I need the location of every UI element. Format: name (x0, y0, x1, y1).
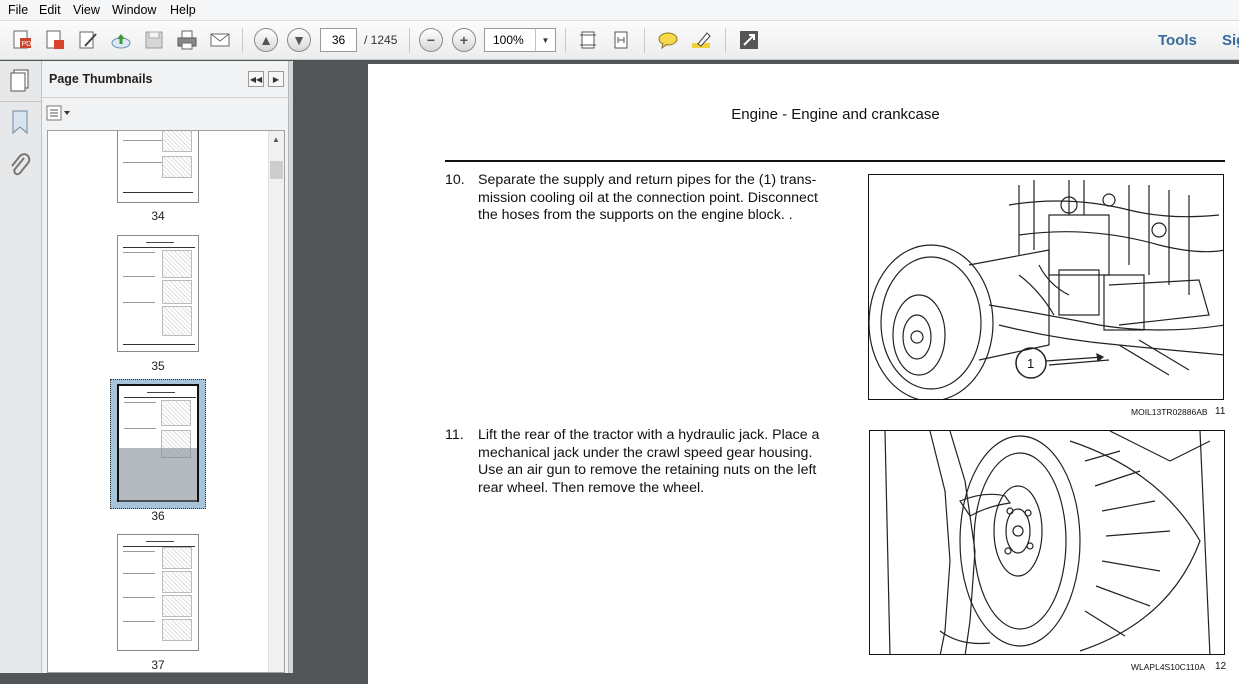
page-header: Engine - Engine and crankcase (731, 106, 940, 123)
bookmark-icon[interactable] (9, 109, 31, 138)
step-line: rear wheel. Then remove the wheel. (478, 479, 705, 496)
menu-window[interactable]: Window (112, 3, 156, 17)
save-icon[interactable] (141, 27, 167, 53)
menu-file[interactable]: File (8, 3, 28, 17)
figure-number: 11 (1215, 406, 1226, 417)
collapse-panel-icon[interactable]: ◀◀ (248, 71, 264, 87)
expand-panel-icon[interactable]: ▶ (268, 71, 284, 87)
step-line: mission cooling oil at the connection po… (478, 189, 818, 206)
panel-header: Page Thumbnails ◀◀ ▶ (42, 61, 289, 98)
scrollbar-thumb[interactable] (270, 161, 283, 179)
thumbnails-scrollbar[interactable]: ▲ (268, 131, 284, 672)
attachment-icon[interactable] (8, 152, 32, 181)
thumbnail-page-35[interactable] (117, 235, 199, 352)
thumbnail-page-36[interactable] (117, 384, 199, 502)
fit-width-icon[interactable] (608, 27, 634, 53)
thumbnail-label-35: 35 (151, 359, 165, 373)
step-line: Use an air gun to remove the retaining n… (478, 462, 817, 479)
step-line: Separate the supply and return pipes for… (478, 172, 817, 188)
figure-code: WLAPL4S10C110A (1131, 662, 1206, 672)
svg-text:PDF: PDF (22, 41, 34, 48)
navigation-rail (0, 61, 42, 673)
figure-number: 12 (1215, 661, 1227, 672)
edit-icon[interactable] (75, 27, 101, 53)
comment-icon[interactable] (655, 27, 681, 53)
step-text: Lift the rear of the tractor with a hydr… (478, 427, 843, 497)
menu-help[interactable]: Help (170, 3, 196, 17)
figure-code: MOIL13TR02886AB (1131, 407, 1208, 417)
page-number-input[interactable]: 36 (320, 28, 357, 52)
document-viewer: Engine - Engine and crankcase 10. Separa… (293, 61, 1239, 684)
menu-edit[interactable]: Edit (39, 3, 61, 17)
page-up-icon[interactable]: ▲ (254, 28, 278, 52)
create-pdf-icon[interactable]: PDF (9, 27, 35, 53)
convert-icon[interactable] (42, 27, 68, 53)
thumbnail-page-34[interactable] (117, 131, 199, 203)
header-rule (445, 160, 1225, 162)
upload-icon[interactable] (108, 27, 134, 53)
page-thumbnails-icon[interactable] (8, 68, 32, 95)
sign-button[interactable]: Sign (1222, 32, 1239, 49)
zoom-select[interactable]: 100% ▼ (484, 28, 556, 52)
step-number: 11. (445, 427, 464, 443)
chevron-down-icon[interactable]: ▼ (535, 29, 555, 51)
step-line: the hoses from the supports on the engin… (478, 207, 793, 224)
fullscreen-icon[interactable] (736, 27, 762, 53)
menu-view[interactable]: View (73, 3, 100, 17)
print-icon[interactable] (174, 27, 200, 53)
thumbnail-label-37: 37 (151, 658, 165, 672)
thumbnail-label-36: 36 (151, 509, 165, 523)
zoom-in-icon[interactable]: + (452, 28, 476, 52)
highlight-icon[interactable] (688, 27, 714, 53)
thumbnail-page-37[interactable] (117, 534, 199, 651)
fit-page-icon[interactable] (575, 27, 601, 53)
panel-title: Page Thumbnails (49, 72, 153, 86)
step-text: Separate the supply and return pipes for… (478, 172, 843, 225)
page-down-icon[interactable]: ▼ (287, 28, 311, 52)
page-total: / 1245 (364, 33, 398, 47)
thumbnail-label-34: 34 (151, 209, 165, 223)
thumbnail-options-button[interactable] (46, 105, 72, 123)
zoom-out-icon[interactable]: − (419, 28, 443, 52)
toolbar: PDF ▲ ▼ 36 / 1245 − + 100% ▼ Tool (0, 21, 1239, 60)
scroll-up-icon[interactable]: ▲ (272, 135, 280, 144)
thumbnails-panel: Page Thumbnails ◀◀ ▶ 34 35 36 37 ▲ (42, 61, 289, 673)
step-line: mechanical jack under the crawl speed ge… (478, 444, 813, 461)
step-line: Lift the rear of the tractor with a hydr… (478, 427, 820, 443)
email-icon[interactable] (207, 27, 233, 53)
figure-wheel-removal (869, 430, 1225, 655)
document-page: Engine - Engine and crankcase 10. Separa… (368, 64, 1239, 684)
zoom-value: 100% (493, 33, 524, 47)
thumbnails-list: 34 35 36 37 ▲ (47, 130, 285, 673)
figure-callout-1: 1 (1027, 356, 1034, 371)
step-number: 10. (445, 172, 465, 188)
figure-tractor-engine: 1 (868, 174, 1224, 400)
menu-bar: File Edit View Window Help (0, 0, 1239, 21)
tools-button[interactable]: Tools (1158, 32, 1197, 49)
